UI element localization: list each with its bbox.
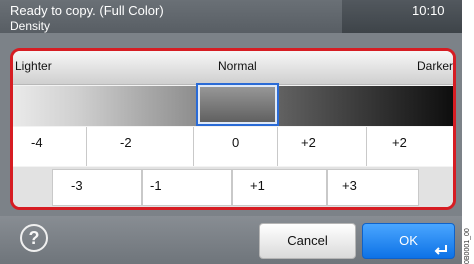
density-option-minus3[interactable]: -3 [52, 169, 142, 206]
copy-screen: Ready to copy. (Full Color) Density 10:1… [0, 0, 462, 264]
status-time: 10:10 [412, 3, 445, 18]
ok-button[interactable]: OK [362, 223, 455, 259]
side-code: 0B0001_00 [464, 228, 471, 264]
density-label-bar: Lighter Normal Darker [13, 51, 453, 85]
help-icon[interactable]: ? [20, 224, 48, 252]
label-lighter: Lighter [15, 59, 52, 73]
density-option-minus2[interactable]: -2 [87, 127, 194, 166]
selected-density-marker [196, 83, 279, 126]
density-option-plus3[interactable]: +3 [327, 169, 419, 206]
label-normal: Normal [218, 59, 257, 73]
status-message: Ready to copy. (Full Color) [10, 3, 164, 18]
density-row-top: -4 -2 0 +2 +2 [13, 127, 453, 166]
status-bar: Ready to copy. (Full Color) Density 10:1… [0, 0, 462, 33]
density-panel: Lighter Normal Darker -4 -2 0 +2 +2 -3 -… [10, 48, 456, 210]
cancel-button[interactable]: Cancel [259, 223, 356, 259]
density-row-bottom: -3 -1 +1 +3 [13, 167, 453, 207]
density-option-plus1[interactable]: +1 [232, 169, 327, 206]
enter-arrow-icon [434, 245, 447, 255]
density-option-zero[interactable]: 0 [194, 127, 278, 166]
ok-label: OK [399, 233, 418, 248]
density-option-plus2-b[interactable]: +2 [367, 127, 453, 166]
density-option-minus1[interactable]: -1 [142, 169, 232, 206]
density-option-minus4[interactable]: -4 [13, 127, 87, 166]
screen-title: Density [10, 19, 51, 33]
bottom-bar: ? Cancel OK [0, 216, 462, 264]
label-darker: Darker [417, 59, 454, 73]
density-option-plus2[interactable]: +2 [278, 127, 367, 166]
